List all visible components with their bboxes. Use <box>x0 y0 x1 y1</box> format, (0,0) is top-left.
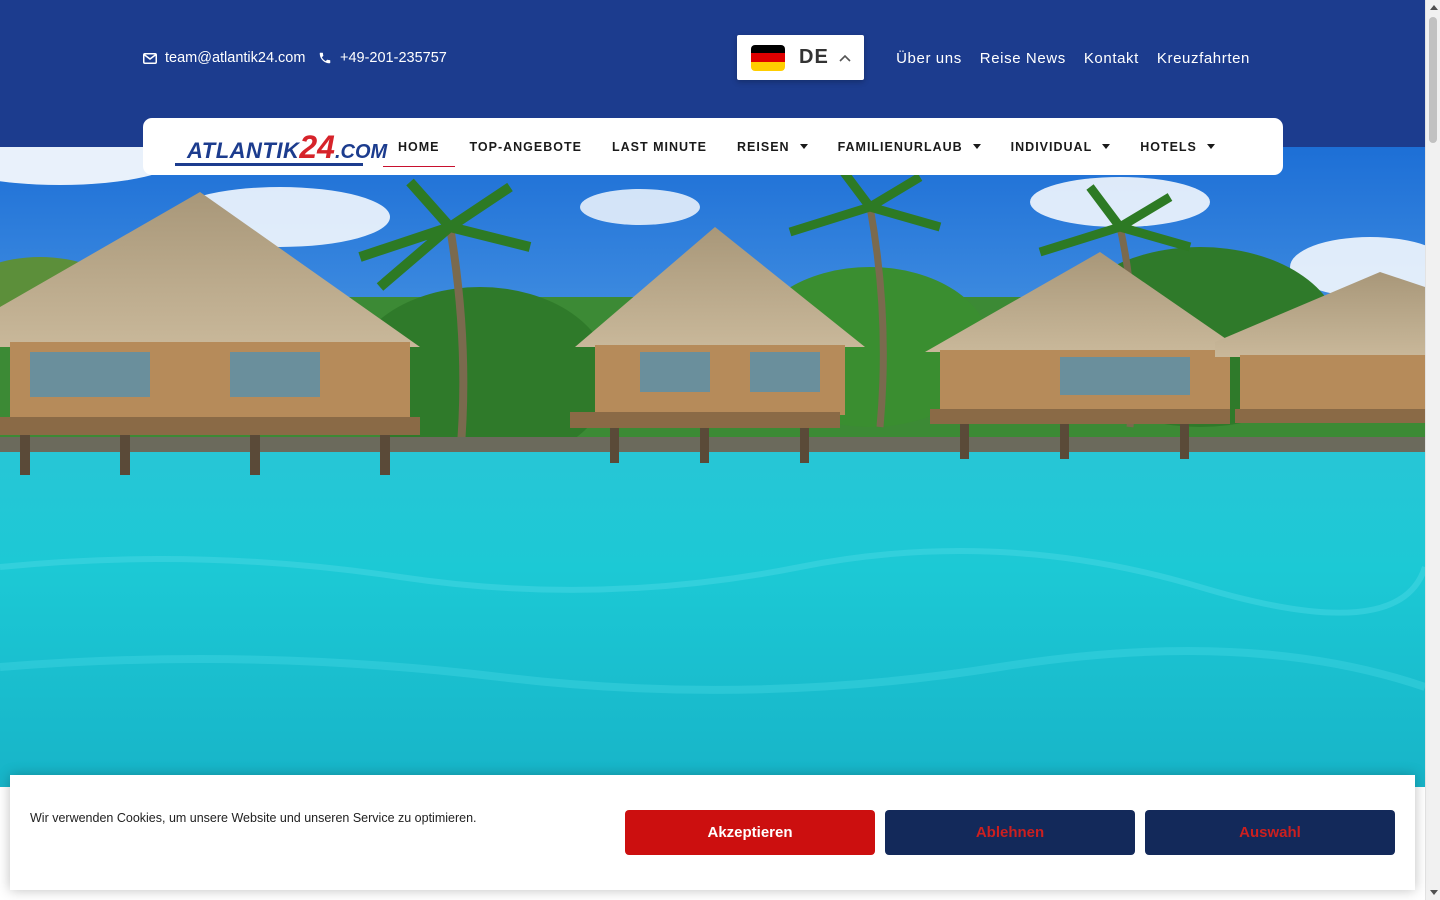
caret-down-icon <box>1206 144 1215 149</box>
scrollbar[interactable] <box>1425 0 1440 900</box>
main-menu: HOME TOP-ANGEBOTE LAST MINUTE REISEN FAM… <box>383 118 1230 175</box>
accept-cookies-button[interactable]: Akzeptieren <box>625 810 875 855</box>
nav-item-individual[interactable]: INDIVIDUAL <box>996 118 1126 175</box>
deny-cookies-button[interactable]: Ablehnen <box>885 810 1135 855</box>
caret-down-icon <box>799 144 808 149</box>
nav-item-home[interactable]: HOME <box>383 118 455 175</box>
top-link-kreuzfahrten[interactable]: Kreuzfahrten <box>1157 50 1250 67</box>
phone-text: +49-201-235757 <box>340 50 447 66</box>
chevron-up-icon <box>839 54 851 62</box>
email-link[interactable]: team@atlantik24.com <box>143 50 305 66</box>
phone-icon <box>319 52 331 64</box>
cookie-preferences-button[interactable]: Auswahl <box>1145 810 1395 855</box>
cookie-message: Wir verwenden Cookies, um unsere Website… <box>30 811 477 825</box>
nav-item-reisen[interactable]: REISEN <box>722 118 823 175</box>
logo-wordmark: ATLANTIK24.COM <box>187 128 388 165</box>
top-link-reise-news[interactable]: Reise News <box>980 50 1066 67</box>
top-link-kontakt[interactable]: Kontakt <box>1084 50 1139 67</box>
caret-down-icon <box>972 144 981 149</box>
hero-image <box>0 147 1425 787</box>
cookie-banner: Wir verwenden Cookies, um unsere Website… <box>10 775 1415 890</box>
atlantik24-logo[interactable]: ATLANTIK24.COM <box>175 125 387 169</box>
nav-item-top-angebote[interactable]: TOP-ANGEBOTE <box>455 118 597 175</box>
caret-down-icon <box>1102 144 1111 149</box>
scroll-down-arrow-icon[interactable] <box>1430 890 1438 895</box>
top-links: Über uns Reise News Kontakt Kreuzfahrten <box>896 50 1250 67</box>
scroll-thumb[interactable] <box>1429 17 1437 143</box>
german-flag-icon <box>751 44 785 71</box>
nav-item-familienurlaub[interactable]: FAMILIENURLAUB <box>823 118 996 175</box>
main-navbar: ATLANTIK24.COM HOME TOP-ANGEBOTE LAST MI… <box>143 118 1283 175</box>
language-code: DE <box>799 46 829 68</box>
phone-link[interactable]: +49-201-235757 <box>318 50 447 66</box>
email-text: team@atlantik24.com <box>165 50 306 66</box>
nav-item-last-minute[interactable]: LAST MINUTE <box>597 118 722 175</box>
logo-underline <box>175 162 363 166</box>
top-link-ueber-uns[interactable]: Über uns <box>896 50 962 67</box>
language-switcher[interactable]: DE <box>737 35 864 80</box>
envelope-icon <box>143 52 157 64</box>
scroll-up-arrow-icon[interactable] <box>1430 5 1438 10</box>
page: team@atlantik24.com +49-201-235757 DE Üb… <box>0 0 1440 900</box>
nav-item-hotels[interactable]: HOTELS <box>1125 118 1230 175</box>
